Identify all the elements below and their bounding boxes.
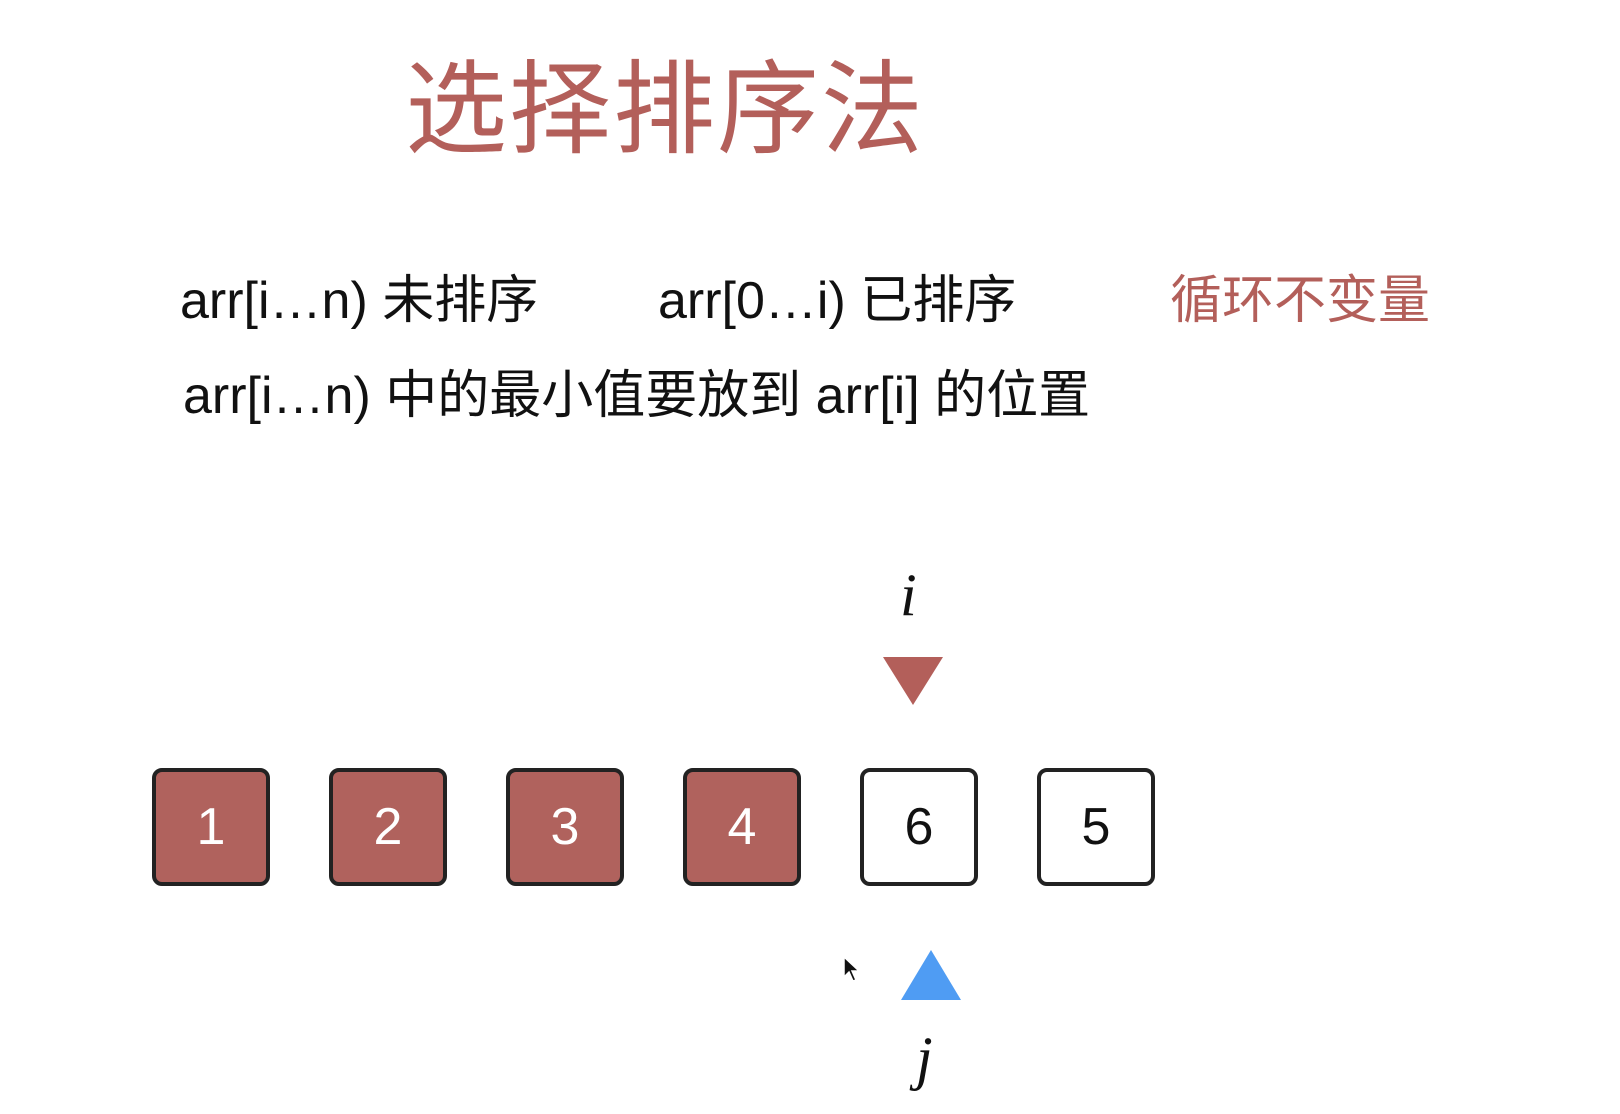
pointer-j-label: j	[916, 1025, 933, 1091]
pointer-j-up-arrow-icon	[901, 950, 961, 1000]
array-cell-value: 2	[373, 798, 403, 856]
array-cell-3: 4	[683, 768, 801, 886]
array-cell-value: 1	[196, 798, 226, 856]
min-to-position-text: arr[i…n) 中的最小值要放到 arr[i] 的位置	[183, 367, 1091, 425]
array-cell-value: 3	[550, 798, 580, 856]
sorted-range-text: arr[0…i) 已排序	[658, 272, 1017, 330]
array-cell-value: 5	[1081, 798, 1111, 856]
mouse-cursor-icon	[843, 955, 861, 982]
unsorted-range-text: arr[i…n) 未排序	[180, 272, 539, 330]
array-cell-value: 4	[727, 798, 757, 856]
array-cell-2: 3	[506, 768, 624, 886]
array-cell-4: 6	[860, 768, 978, 886]
array-cell-value: 6	[904, 798, 934, 856]
pointer-i-label: i	[900, 562, 917, 628]
page-title: 选择排序法	[405, 51, 925, 170]
array-cell-5: 5	[1037, 768, 1155, 886]
loop-invariant-label: 循环不变量	[1170, 272, 1431, 330]
array-cell-0: 1	[152, 768, 270, 886]
array-cell-1: 2	[329, 768, 447, 886]
pointer-i-down-arrow-icon	[883, 657, 943, 705]
